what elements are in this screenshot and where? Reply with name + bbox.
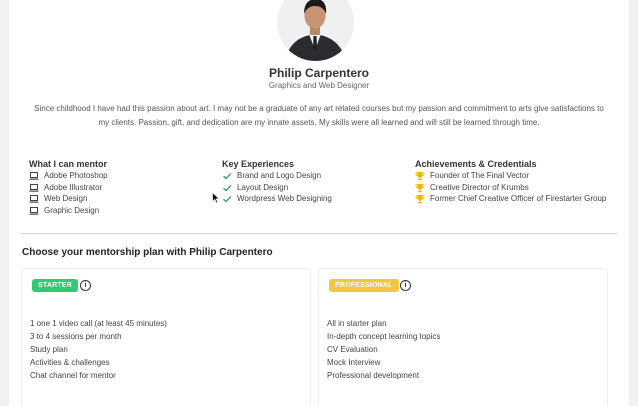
list-item: Chat channel for mentor [30, 371, 116, 380]
section-title: Achievements & Credentials [415, 159, 537, 169]
starter-plan-card[interactable]: STARTER i 1 one 1 video call (at least 4… [21, 268, 311, 406]
key-experiences-section: Key Experiences Brand and Logo Design La… [222, 158, 422, 205]
trophy-icon [415, 171, 425, 181]
list-item: Adobe Photoshop [29, 170, 229, 182]
check-icon [223, 184, 232, 192]
professional-badge: PROFESSIONAL [329, 279, 399, 292]
achievements-section: Achievements & Credentials Founder of Th… [415, 158, 625, 205]
avatar [277, 0, 354, 61]
list-item: 3 to 4 sessions per month [30, 332, 122, 341]
starter-feature-list: 1 one 1 video call (at least 45 minutes)… [30, 317, 167, 382]
info-icon[interactable]: i [80, 280, 91, 291]
check-icon [223, 172, 232, 180]
list-item: All in starter plan [327, 319, 387, 328]
monitor-icon [29, 171, 39, 180]
mouse-cursor-icon [212, 192, 220, 204]
list-item: Former Chief Creative Officer of Firesta… [415, 193, 625, 205]
profile-photo [277, 0, 354, 61]
list-item: Graphic Design [29, 205, 229, 217]
professional-plan-card[interactable]: PROFESSIONAL i All in starter plan In-de… [318, 268, 608, 406]
list-item: Founder of The Final Vector [415, 170, 625, 182]
section-title: Key Experiences [222, 159, 295, 169]
list-item: CV Evaluation [327, 345, 378, 354]
professional-feature-list: All in starter plan In-depth concept lea… [327, 317, 440, 382]
section-divider [21, 233, 617, 234]
monitor-icon [29, 206, 39, 215]
trophy-icon [415, 195, 425, 204]
list-item: Mock Interview [327, 358, 381, 367]
list-item: Wordpress Web Designing [222, 193, 422, 205]
list-item: Layout Design [222, 182, 422, 194]
monitor-icon [29, 183, 39, 192]
list-item: In-depth concept learning topics [327, 332, 441, 341]
list-item: Creative Director of Krumbs [415, 182, 625, 194]
monitor-icon [29, 195, 39, 203]
mentor-profile-page: Philip Carpentero Graphics and Web Desig… [9, 0, 629, 406]
mentor-skills-section: What I can mentor Adobe Photoshop Adobe … [29, 158, 229, 217]
list-item: Adobe Illustrator [29, 182, 229, 194]
mentor-role: Graphics and Web Designer [268, 81, 370, 90]
info-icon[interactable]: i [400, 280, 411, 291]
list-item: Web Design [29, 193, 229, 205]
plan-heading: Choose your mentorship plan with Philip … [22, 247, 273, 258]
section-title: What I can mentor [29, 159, 108, 169]
check-icon [223, 196, 232, 203]
list-item: Study plan [30, 345, 68, 354]
mentor-name: Philip Carpentero [268, 66, 369, 80]
list-item: 1 one 1 video call (at least 45 minutes) [30, 319, 167, 328]
starter-badge: STARTER [32, 279, 78, 292]
list-item: Activities & challenges [30, 358, 110, 367]
trophy-icon [415, 183, 425, 192]
list-item: Brand and Logo Design [222, 170, 422, 182]
list-item: Professional development [327, 371, 420, 380]
mentor-bio: Since childhood I have had this passion … [34, 104, 604, 127]
